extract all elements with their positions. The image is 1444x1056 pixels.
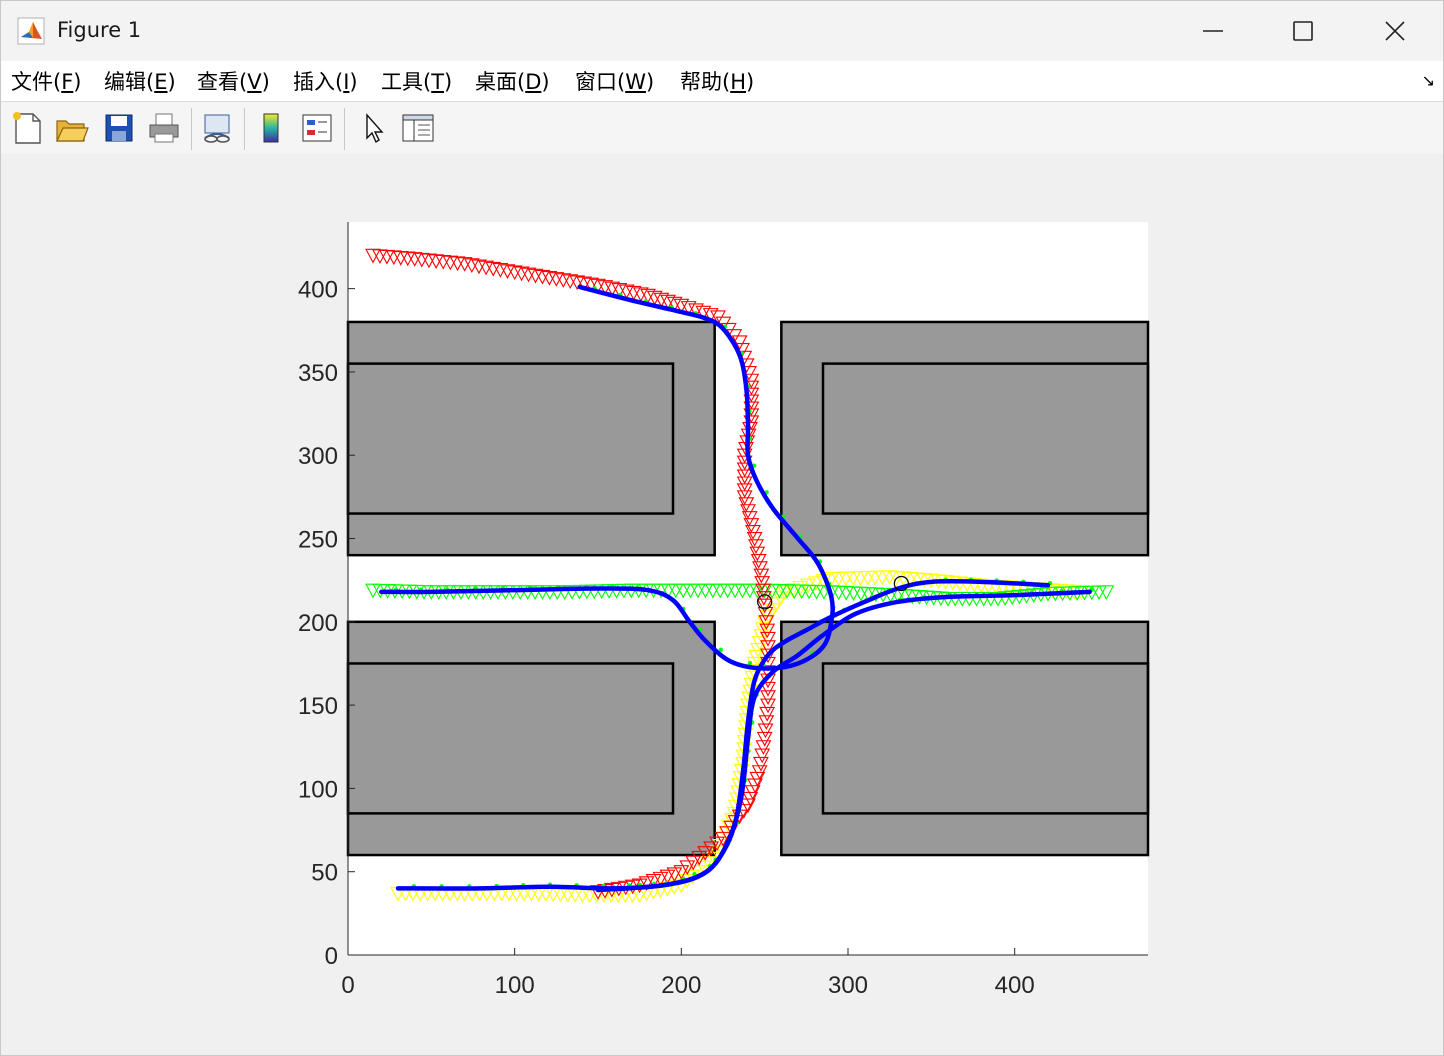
figure-canvas: 0 100 200 300 400 0 50 100 150 200 250 300 350 400 [1,154,1443,1055]
save-icon[interactable] [101,110,137,146]
toolbar [1,101,1443,155]
new-figure-icon[interactable] [9,110,45,146]
property-inspector-icon[interactable] [400,110,436,146]
figure-window: Figure 1 文件(F) 编辑(E) 查看(V) 插入(I) 工具(T) 桌… [0,0,1444,1056]
y-tick-label: 200 [298,610,338,637]
menu-help[interactable]: 帮助(H) [680,66,754,96]
menu-insert[interactable]: 插入(I) [293,66,358,96]
obstacle-outer [780,320,1150,557]
y-tick-label: 300 [298,443,338,470]
x-tick-label: 400 [995,972,1035,999]
close-icon [1385,21,1405,41]
x-tick-label: 100 [495,972,535,999]
y-tick-label: 350 [298,360,338,387]
y-tick-label: 400 [298,277,338,304]
minimize-button[interactable] [1167,1,1259,61]
menu-tools[interactable]: 工具(T) [381,66,452,96]
y-tick-label: 250 [298,527,338,554]
toolbar-separator [244,108,245,150]
link-plot-icon[interactable] [199,110,235,146]
toolbar-separator [191,108,192,150]
menu-desktop[interactable]: 桌面(D) [475,66,550,96]
x-tick-label: 0 [341,972,354,999]
window-title: Figure 1 [57,18,142,42]
toolbar-separator [344,108,345,150]
obstacle-outer [780,620,1150,857]
y-tick-label: 150 [298,693,338,720]
menu-edit[interactable]: 编辑(E) [104,66,176,96]
y-tick-label: 0 [325,943,338,970]
menu-view[interactable]: 查看(V) [197,66,270,96]
menu-file[interactable]: 文件(F) [11,66,82,96]
colorbar-icon[interactable] [253,110,289,146]
y-tick-label: 100 [298,776,338,803]
y-tick-label: 50 [311,860,338,887]
menu-window[interactable]: 窗口(W) [575,66,654,96]
print-icon[interactable] [146,110,182,146]
obstacle-outer [346,620,716,857]
minimize-icon [1203,30,1223,32]
obstacle-outer [346,320,716,557]
x-tick-label: 300 [828,972,868,999]
legend-icon[interactable] [299,110,335,146]
edit-plot-arrow-icon[interactable] [357,110,393,146]
maximize-icon [1293,21,1313,41]
x-tick-label: 200 [661,972,701,999]
menu-bar: 文件(F) 编辑(E) 查看(V) 插入(I) 工具(T) 桌面(D) 窗口(W… [1,61,1443,101]
menu-overflow-icon[interactable]: ↘ [1422,71,1435,90]
close-button[interactable] [1349,1,1441,61]
open-file-icon[interactable] [53,110,89,146]
maximize-button[interactable] [1257,1,1349,61]
matlab-icon [17,17,45,45]
title-bar[interactable]: Figure 1 [1,1,1443,61]
axes[interactable]: 0 100 200 300 400 0 50 100 150 200 250 300 350 400 [1,154,1443,1055]
